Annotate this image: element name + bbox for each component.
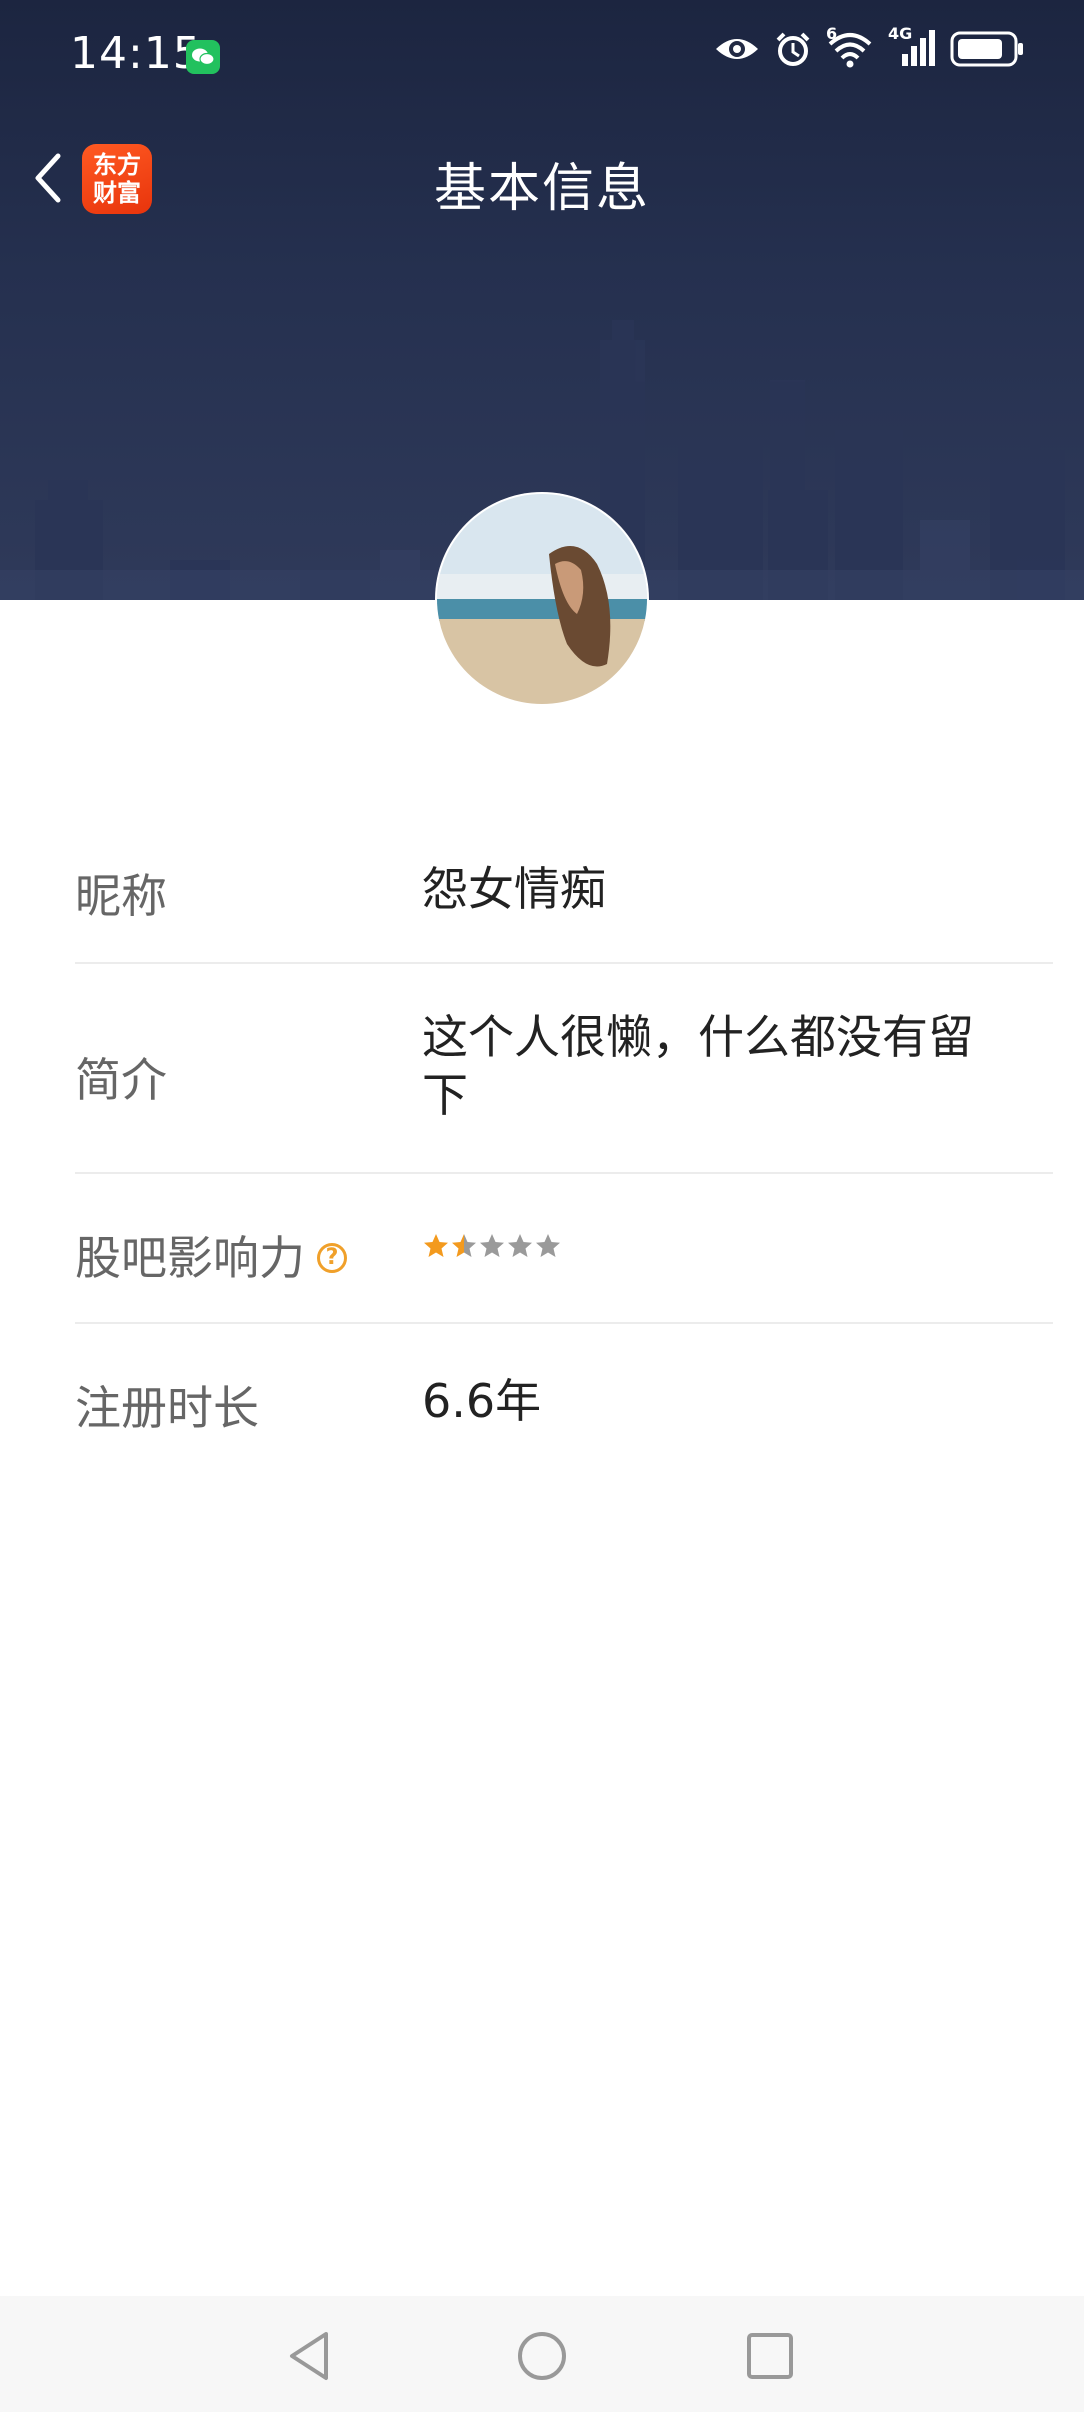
- star-icon: [424, 1234, 448, 1257]
- signal-4g-icon: 4G: [888, 24, 936, 68]
- star-icon: [508, 1234, 532, 1257]
- nickname-value: 怨女情痴: [422, 862, 606, 916]
- avatar-photo: [437, 494, 647, 704]
- network-label: 4G: [888, 24, 913, 43]
- bio-value: 这个人很懒，什么都没有留下: [422, 1010, 974, 1122]
- battery-icon: [950, 30, 1024, 68]
- wechat-icon: [186, 40, 220, 74]
- alarm-icon: [774, 30, 812, 68]
- influence-row: 股吧影响力?: [75, 1174, 1053, 1324]
- eye-icon: [714, 34, 760, 64]
- nickname-label: 昵称: [75, 869, 167, 923]
- influence-label: 股吧影响力: [75, 1231, 305, 1285]
- registration-row: 注册时长 6.6年: [75, 1324, 1053, 1474]
- nickname-row: 昵称 怨女情痴: [75, 810, 1053, 964]
- status-time: 14:15: [70, 28, 202, 79]
- triangle-back-icon: [290, 2332, 328, 2380]
- wifi-badge: 6: [826, 24, 838, 43]
- page-title: 基本信息: [433, 159, 650, 219]
- nav-recents-button[interactable]: [742, 2328, 798, 2388]
- wifi-icon: 6: [826, 24, 874, 68]
- nav-home-button[interactable]: [514, 2328, 570, 2388]
- profile-info-list: 昵称 怨女情痴 简介 这个人很懒，什么都没有留下 股吧影响力? 注册时长 6.6…: [75, 810, 1053, 1474]
- star-rating: [422, 1232, 1013, 1260]
- star-icon: [452, 1234, 476, 1257]
- influence-rating: [422, 1232, 1013, 1260]
- bio-row: 简介 这个人很懒，什么都没有留下: [75, 964, 1053, 1174]
- registration-value: 6.6年: [422, 1374, 542, 1428]
- nav-back-button[interactable]: [282, 2328, 338, 2388]
- avatar[interactable]: [437, 494, 647, 704]
- circle-home-icon: [518, 2332, 566, 2380]
- star-icon: [480, 1234, 504, 1257]
- registration-label: 注册时长: [75, 1381, 259, 1435]
- star-icon: [536, 1234, 560, 1257]
- system-navigation-bar: [0, 2296, 1084, 2412]
- top-navigation: 东方 财富 基本信息: [0, 130, 1084, 226]
- help-icon[interactable]: ?: [317, 1242, 347, 1273]
- bio-label: 简介: [75, 1053, 167, 1107]
- status-bar: 14:15 6 4G: [0, 0, 1084, 110]
- square-recents-icon: [747, 2333, 793, 2379]
- influence-label-group: 股吧影响力?: [75, 1222, 347, 1288]
